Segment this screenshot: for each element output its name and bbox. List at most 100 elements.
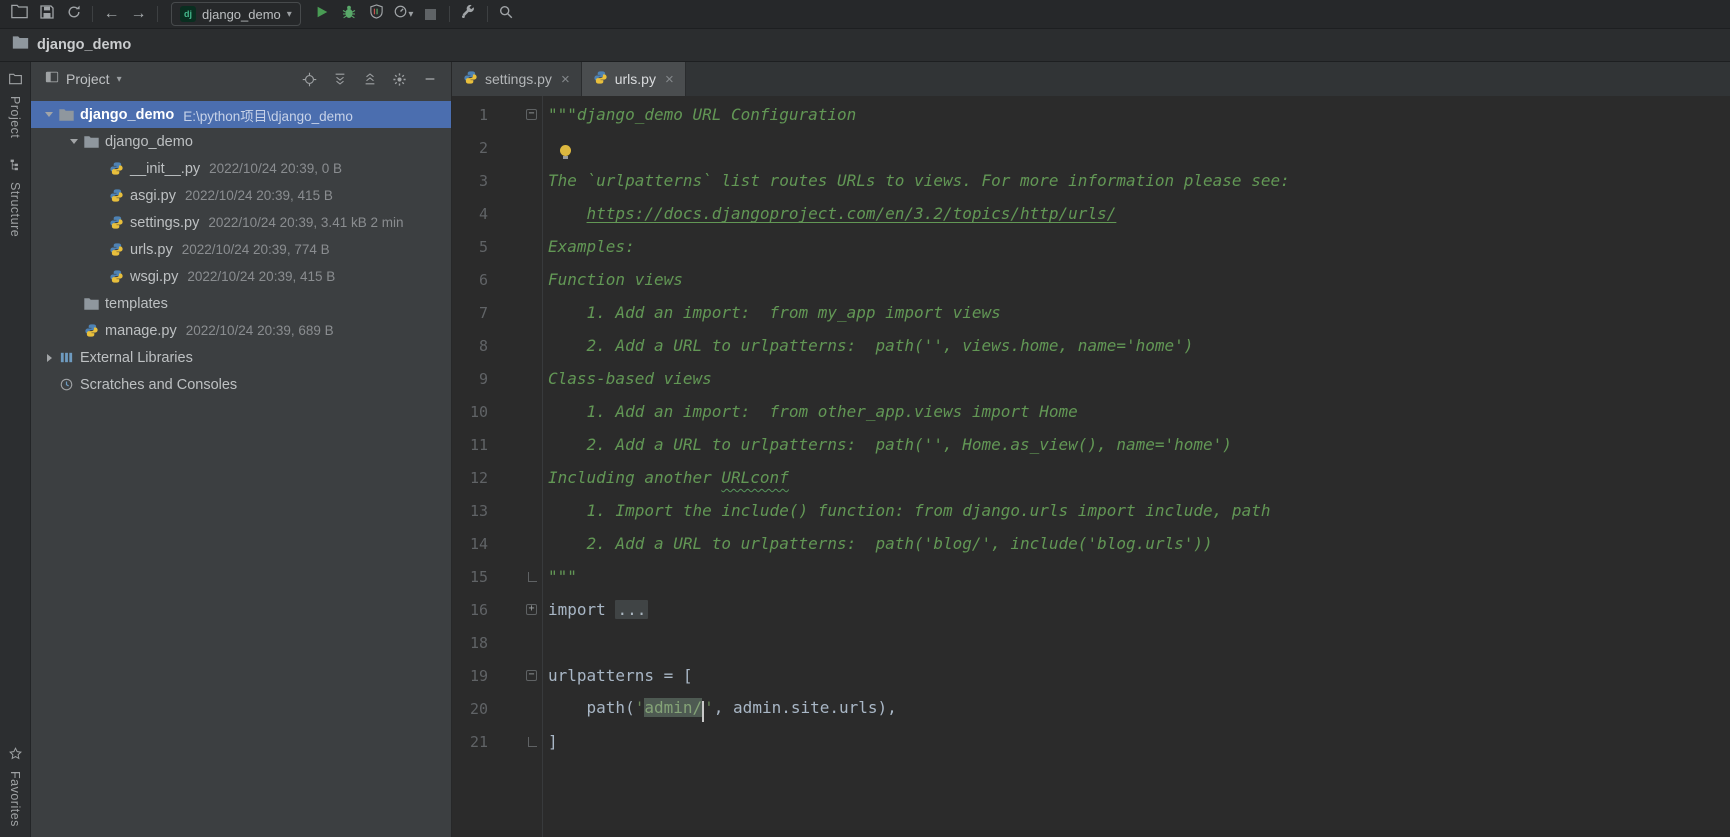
tree-item-asgi-py[interactable]: asgi.py 2022/10/24 20:39, 415 B [31,182,451,209]
tree-item-label: settings.py [130,214,200,231]
tab-settings-py[interactable]: settings.py × [452,62,582,96]
gutter-fold-slot: + [488,604,542,615]
line-number: 15 [469,567,488,586]
breadcrumb[interactable]: django_demo [37,37,131,53]
tool-window-button-project[interactable]: Project [8,72,22,138]
run-configuration-select[interactable]: dj django_demo ▾ [171,2,301,26]
forward-button[interactable]: → [125,2,152,26]
open-folder-icon [11,4,28,24]
code-line-11[interactable]: 11 2. Add a URL to urlpatterns: path('',… [452,428,1730,461]
fold-end-icon[interactable] [528,571,537,582]
line-number: 10 [469,402,488,421]
intention-bulb-icon[interactable] [560,145,571,159]
run-button[interactable] [309,2,336,26]
tree-item--init-py[interactable]: __init__.py 2022/10/24 20:39, 0 B [31,155,451,182]
collapse-all-button[interactable] [358,68,381,90]
chevron-right-icon[interactable] [41,354,57,362]
search-everywhere-button[interactable] [493,2,520,26]
code-segment-plain: import [548,600,616,619]
tree-item-urls-py[interactable]: urls.py 2022/10/24 20:39, 774 B [31,236,451,263]
line-number: 21 [469,732,488,751]
code-line-2[interactable]: 2 [452,131,1730,164]
tree-item-django-demo[interactable]: django_demo E:\python项目\django_demo [31,101,451,128]
code-line-12[interactable]: 12 Including another URLconf [452,461,1730,494]
tree-item-label: django_demo [105,133,193,150]
save-all-button[interactable] [33,2,60,26]
debug-button[interactable] [336,2,363,26]
fold-closed-icon[interactable]: + [526,604,537,615]
tree-item-manage-py[interactable]: manage.py 2022/10/24 20:39, 689 B [31,317,451,344]
tree-item-detail: 2022/10/24 20:39, 774 B [181,242,330,257]
code-line-19[interactable]: 19 − urlpatterns = [ [452,659,1730,692]
tree-item-scratches-and-consoles[interactable]: Scratches and Consoles [31,371,451,398]
code-line-16[interactable]: 16 + import ... [452,593,1730,626]
code-line-10[interactable]: 10 1. Add an import: from other_app.view… [452,395,1730,428]
code-line-21[interactable]: 21] [452,725,1730,758]
code-line-1[interactable]: 1 − """django_demo URL Configuration [452,98,1730,131]
code-segment-doc: Examples: [548,237,635,256]
code-editor[interactable]: 1− """django_demo URL Configuration 2 3 The … [452,96,1730,837]
code-segment-plain: urlpatterns = [ [548,666,693,685]
tree-item-label: __init__.py [130,160,201,177]
code-line-13[interactable]: 13 1. Import the include() function: fro… [452,494,1730,527]
locate-file-button[interactable] [298,68,321,90]
code-segment-doc: 1. Import the include() function: from d… [548,501,1271,520]
profiler-button[interactable]: ▾ [390,2,417,26]
hide-panel-button[interactable] [418,68,441,90]
close-icon[interactable]: × [559,71,570,88]
tree-item-label: manage.py [105,322,177,339]
stop-button[interactable] [417,2,444,26]
code-line-9[interactable]: 9 Class-based views [452,362,1730,395]
django-run-config-icon: dj [180,6,196,22]
tree-item-external-libraries[interactable]: External Libraries [31,344,451,371]
tree-item-wsgi-py[interactable]: wsgi.py 2022/10/24 20:39, 415 B [31,263,451,290]
code-line-8[interactable]: 8 2. Add a URL to urlpatterns: path('', … [452,329,1730,362]
code-line-18[interactable]: 18 [452,626,1730,659]
main-area: Project Structure Favorites Project ▾ dj… [0,62,1730,837]
code-line-7[interactable]: 7 1. Add an import: from my_app import v… [452,296,1730,329]
code-line-text: 1. Import the include() function: from d… [542,501,1271,520]
fold-open-icon[interactable]: − [526,109,537,120]
sync-button[interactable] [60,2,87,26]
project-panel-header: Project ▾ [31,62,451,96]
run-with-coverage-button[interactable] [363,2,390,26]
code-line-3[interactable]: 3 The `urlpatterns` list routes URLs to v… [452,164,1730,197]
project-panel-title[interactable]: Project [66,71,110,87]
search-icon [498,4,514,25]
code-line-6[interactable]: 6 Function views [452,263,1730,296]
libraries-icon [57,350,75,366]
code-line-20[interactable]: 20 path('admin/', admin.site.urls), [452,692,1730,725]
tree-item-templates[interactable]: templates [31,290,451,317]
code-line-5[interactable]: 5 Examples: [452,230,1730,263]
line-number: 2 [478,138,488,157]
back-button[interactable]: ← [98,2,125,26]
code-line-text: https://docs.djangoproject.com/en/3.2/to… [542,204,1117,223]
chevron-down-icon[interactable] [66,139,82,144]
fold-end-icon[interactable] [528,736,537,747]
code-line-text: path('admin/', admin.site.urls), [542,698,897,722]
tab-urls-py[interactable]: urls.py × [581,62,686,96]
code-line-14[interactable]: 14 2. Add a URL to urlpatterns: path('bl… [452,527,1730,560]
settings-gear-button[interactable] [388,68,411,90]
tool-window-button-favorites[interactable]: Favorites [8,747,22,827]
tool-window-button-structure[interactable]: Structure [8,158,22,238]
code-line-4[interactable]: 4 https://docs.djangoproject.com/en/3.2/… [452,197,1730,230]
code-line-15[interactable]: 15 """ [452,560,1730,593]
tree-item-django-demo[interactable]: django_demo [31,128,451,155]
tree-item-settings-py[interactable]: settings.py 2022/10/24 20:39, 3.41 kB 2 m… [31,209,451,236]
external-tools-button[interactable] [455,2,482,26]
code-line-text: Including another URLconf [542,468,789,487]
python-file-icon [107,215,125,231]
tree-item-detail: 2022/10/24 20:39, 0 B [209,161,343,176]
pycharm-window: ← → dj django_demo ▾ ▾ django_demo Proje… [0,0,1730,837]
expand-all-button[interactable] [328,68,351,90]
toolbar-separator [486,6,488,22]
open-button[interactable] [6,2,33,26]
tree-item-detail: 2022/10/24 20:39, 689 B [185,323,334,338]
chevron-down-icon[interactable] [41,112,57,117]
fold-open-icon[interactable]: − [526,670,537,681]
code-segment-doc: """ [548,567,577,586]
close-icon[interactable]: × [663,71,674,88]
tool-window-stripe: Project Structure Favorites [0,62,31,837]
code-segment-doc: The `urlpatterns` list routes URLs to vi… [548,171,1290,190]
